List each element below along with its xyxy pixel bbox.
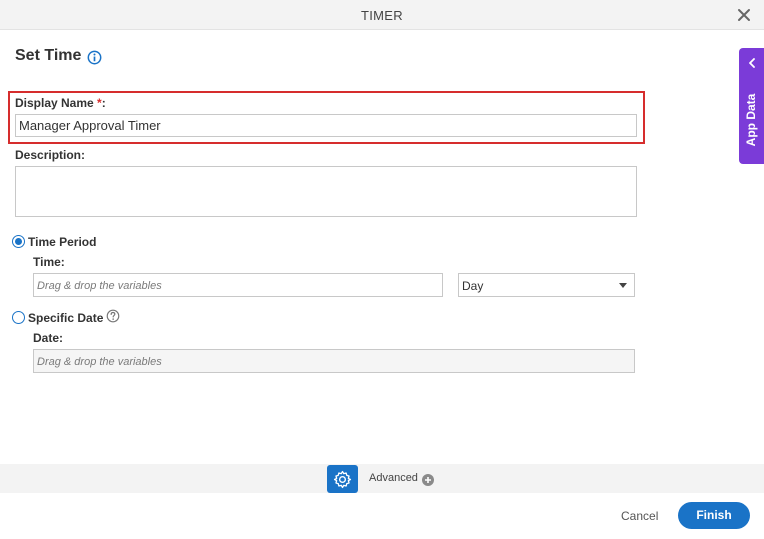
close-icon[interactable] <box>736 7 752 23</box>
time-period-label: Time Period <box>28 235 97 249</box>
time-input[interactable]: Drag & drop the variables <box>33 273 443 297</box>
plus-circle-icon[interactable] <box>422 474 434 486</box>
page-title: Set Time <box>15 47 82 64</box>
display-name-input[interactable] <box>15 114 637 137</box>
time-unit-value: Day <box>462 279 484 293</box>
time-unit-select[interactable]: Day <box>458 273 635 297</box>
dialog-title-bar: TIMER <box>0 0 764 30</box>
time-input-placeholder: Drag & drop the variables <box>37 280 162 292</box>
date-input-placeholder: Drag & drop the variables <box>37 356 162 368</box>
app-data-tab[interactable]: App Data <box>739 48 764 164</box>
advanced-label[interactable]: Advanced <box>369 472 418 484</box>
help-icon[interactable] <box>106 309 120 323</box>
dialog-title: TIMER <box>361 8 403 23</box>
info-icon[interactable] <box>87 50 102 65</box>
chevron-left-icon <box>749 58 755 68</box>
app-data-label: App Data <box>744 93 758 147</box>
display-name-colon: : <box>101 96 106 110</box>
cancel-button[interactable]: Cancel <box>621 509 658 523</box>
gear-icon <box>333 470 352 489</box>
settings-button[interactable] <box>327 465 358 493</box>
time-label: Time: <box>33 255 65 269</box>
description-textarea[interactable] <box>15 166 637 217</box>
chevron-down-icon <box>619 283 627 288</box>
specific-date-label: Specific Date <box>28 311 104 325</box>
finish-button[interactable]: Finish <box>678 502 750 529</box>
time-period-radio[interactable] <box>12 235 25 248</box>
date-label: Date: <box>33 331 64 345</box>
display-name-label-text: Display Name <box>15 96 94 110</box>
display-name-label: Display Name *: <box>15 96 106 110</box>
description-label: Description: <box>15 148 86 162</box>
specific-date-radio[interactable] <box>12 311 25 324</box>
date-input[interactable]: Drag & drop the variables <box>33 349 635 373</box>
